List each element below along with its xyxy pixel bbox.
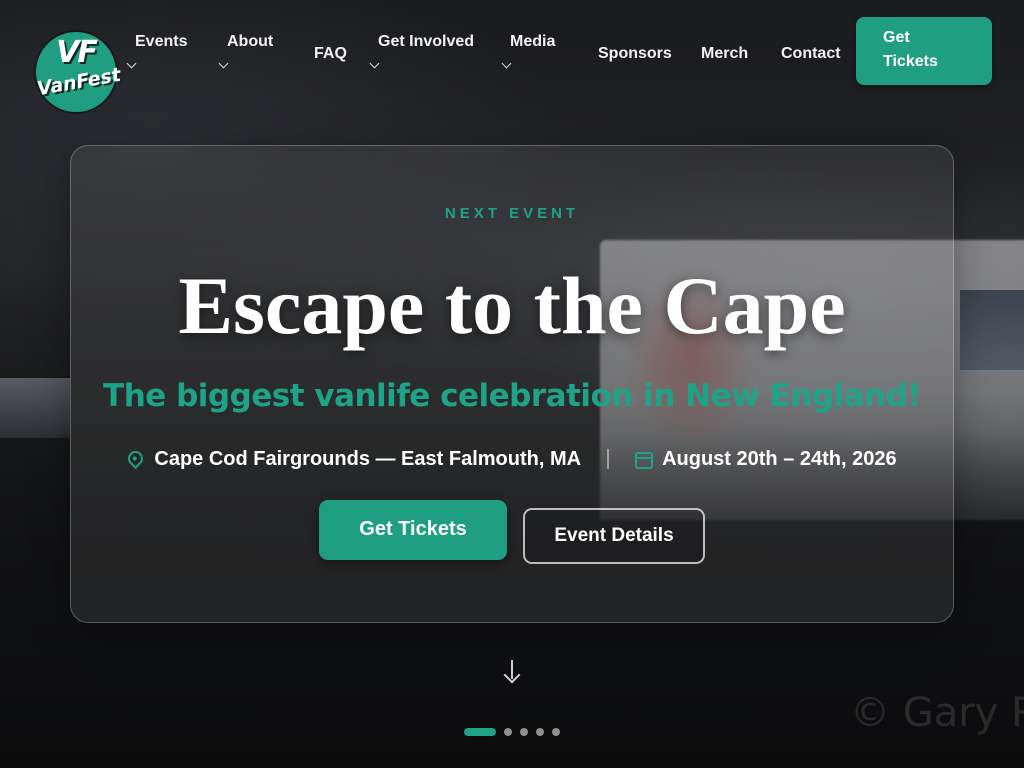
arrow-down-icon[interactable] <box>503 658 521 684</box>
carousel-dot-2[interactable] <box>504 728 512 736</box>
meta-divider <box>607 449 610 469</box>
nav-item-label: Events <box>135 33 188 50</box>
nav-item-contact[interactable]: Contact <box>781 44 841 64</box>
header-get-tickets-button[interactable]: Get Tickets <box>856 17 992 85</box>
nav-item-media[interactable]: Media <box>501 32 556 69</box>
nav-item-label: Contact <box>781 45 841 62</box>
nav-item-faq[interactable]: FAQ <box>314 44 347 64</box>
calendar-icon <box>635 450 654 469</box>
carousel-dot-3[interactable] <box>520 728 528 736</box>
nav-item-merch[interactable]: Merch <box>701 44 748 64</box>
chevron-down-icon <box>501 58 512 69</box>
event-dates: August 20th – 24th, 2026 <box>662 448 897 470</box>
nav-item-get-involved[interactable]: Get Involved <box>369 32 475 69</box>
nav-item-label: About <box>227 33 274 50</box>
chevron-down-icon <box>369 58 380 69</box>
event-details-button[interactable]: Event Details <box>523 508 705 564</box>
get-tickets-button[interactable]: Get Tickets <box>319 500 507 560</box>
hero-subheadline: The biggest vanlife celebration in New E… <box>103 378 921 414</box>
nav-item-label: Merch <box>701 45 749 62</box>
hero-eyebrow: NEXT EVENT <box>444 205 580 222</box>
hero-headline: Escape to the Cape <box>178 260 846 351</box>
nav-item-label: Get Involved <box>378 33 475 50</box>
event-location: Cape Cod Fairgrounds — East Falmouth, MA <box>154 448 582 470</box>
event-meta: Cape Cod Fairgrounds — East Falmouth, MA… <box>0 446 1024 472</box>
carousel-dot-5[interactable] <box>552 728 560 736</box>
chevron-down-icon <box>126 58 137 69</box>
main-navigation: Events About FAQ Get Involved Media Spon… <box>0 0 1024 110</box>
carousel-indicators <box>464 728 568 736</box>
nav-item-events[interactable]: Events <box>126 32 188 69</box>
nav-item-label: Media <box>510 33 556 50</box>
nav-item-label: Sponsors <box>598 45 672 62</box>
nav-item-sponsors[interactable]: Sponsors <box>598 44 672 64</box>
photo-credit-watermark: © Gary Re <box>850 690 1024 736</box>
carousel-dot-4[interactable] <box>536 728 544 736</box>
nav-item-label: FAQ <box>314 45 347 62</box>
nav-item-about[interactable]: About <box>218 32 274 69</box>
map-pin-icon <box>125 447 147 470</box>
chevron-down-icon <box>218 58 229 69</box>
carousel-dot-1[interactable] <box>464 728 496 736</box>
